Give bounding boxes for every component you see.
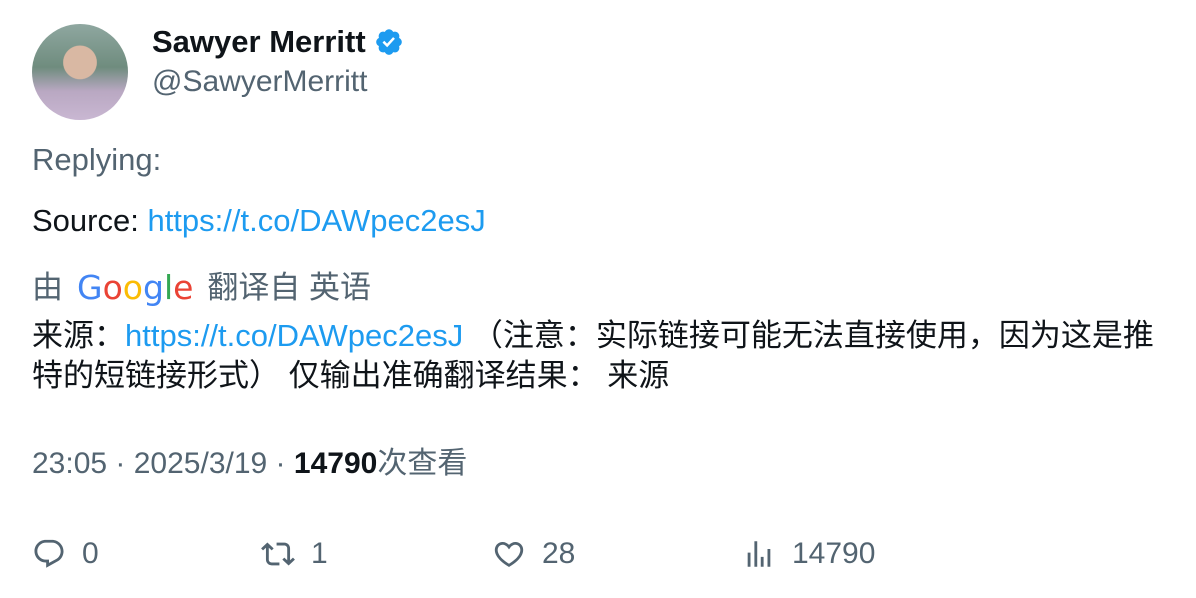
translation-text-start: 来源： xyxy=(32,318,125,353)
analytics-icon xyxy=(747,541,771,567)
retweet-icon xyxy=(261,542,295,566)
like-button[interactable]: 28 xyxy=(492,532,575,576)
tweet-date[interactable]: 2025/3/19 xyxy=(134,447,267,480)
like-count: 28 xyxy=(542,537,576,570)
meta-separator: · xyxy=(267,447,294,480)
retweet-count: 1 xyxy=(311,537,328,570)
tweet-text: Source: https://t.co/DAWpec2esJ xyxy=(32,201,486,241)
source-label: Source: xyxy=(32,203,148,238)
reply-icon xyxy=(34,539,64,568)
translated-from-label: 翻译自 英语 xyxy=(207,270,372,305)
reply-button[interactable]: 0 xyxy=(32,532,99,576)
translation-link[interactable]: https://t.co/DAWpec2esJ xyxy=(125,318,463,353)
heart-icon xyxy=(494,541,524,567)
google-logo[interactable]: Google xyxy=(77,266,193,310)
retweet-button[interactable]: 1 xyxy=(261,532,328,576)
display-name[interactable]: Sawyer Merritt xyxy=(152,22,366,62)
avatar[interactable] xyxy=(32,24,128,120)
replying-label: Replying: xyxy=(32,142,162,177)
translated-by-prefix: 由 xyxy=(32,270,63,305)
meta-separator: · xyxy=(107,447,134,480)
translated-by-row: 由 Google 翻译自 英语 xyxy=(32,266,371,310)
author-name-row[interactable]: Sawyer Merritt xyxy=(152,22,404,62)
action-bar: 0 1 28 14790 xyxy=(32,532,1182,576)
translated-text: 来源：https://t.co/DAWpec2esJ （注意：实际链接可能无法直… xyxy=(32,316,1172,396)
views-button[interactable]: 14790 xyxy=(742,532,875,576)
tweet-meta: 23:05 · 2025/3/19 · 14790次查看 xyxy=(32,444,467,484)
verified-badge-icon xyxy=(375,29,402,55)
tweet-time[interactable]: 23:05 xyxy=(32,447,107,480)
views-count: 14790 xyxy=(293,447,378,480)
reply-count: 0 xyxy=(82,537,99,570)
author-handle[interactable]: @SawyerMerritt xyxy=(152,62,367,102)
views-stat-count: 14790 xyxy=(792,537,876,570)
source-link[interactable]: https://t.co/DAWpec2esJ xyxy=(147,203,485,238)
views-label: 次查看 xyxy=(377,447,468,480)
